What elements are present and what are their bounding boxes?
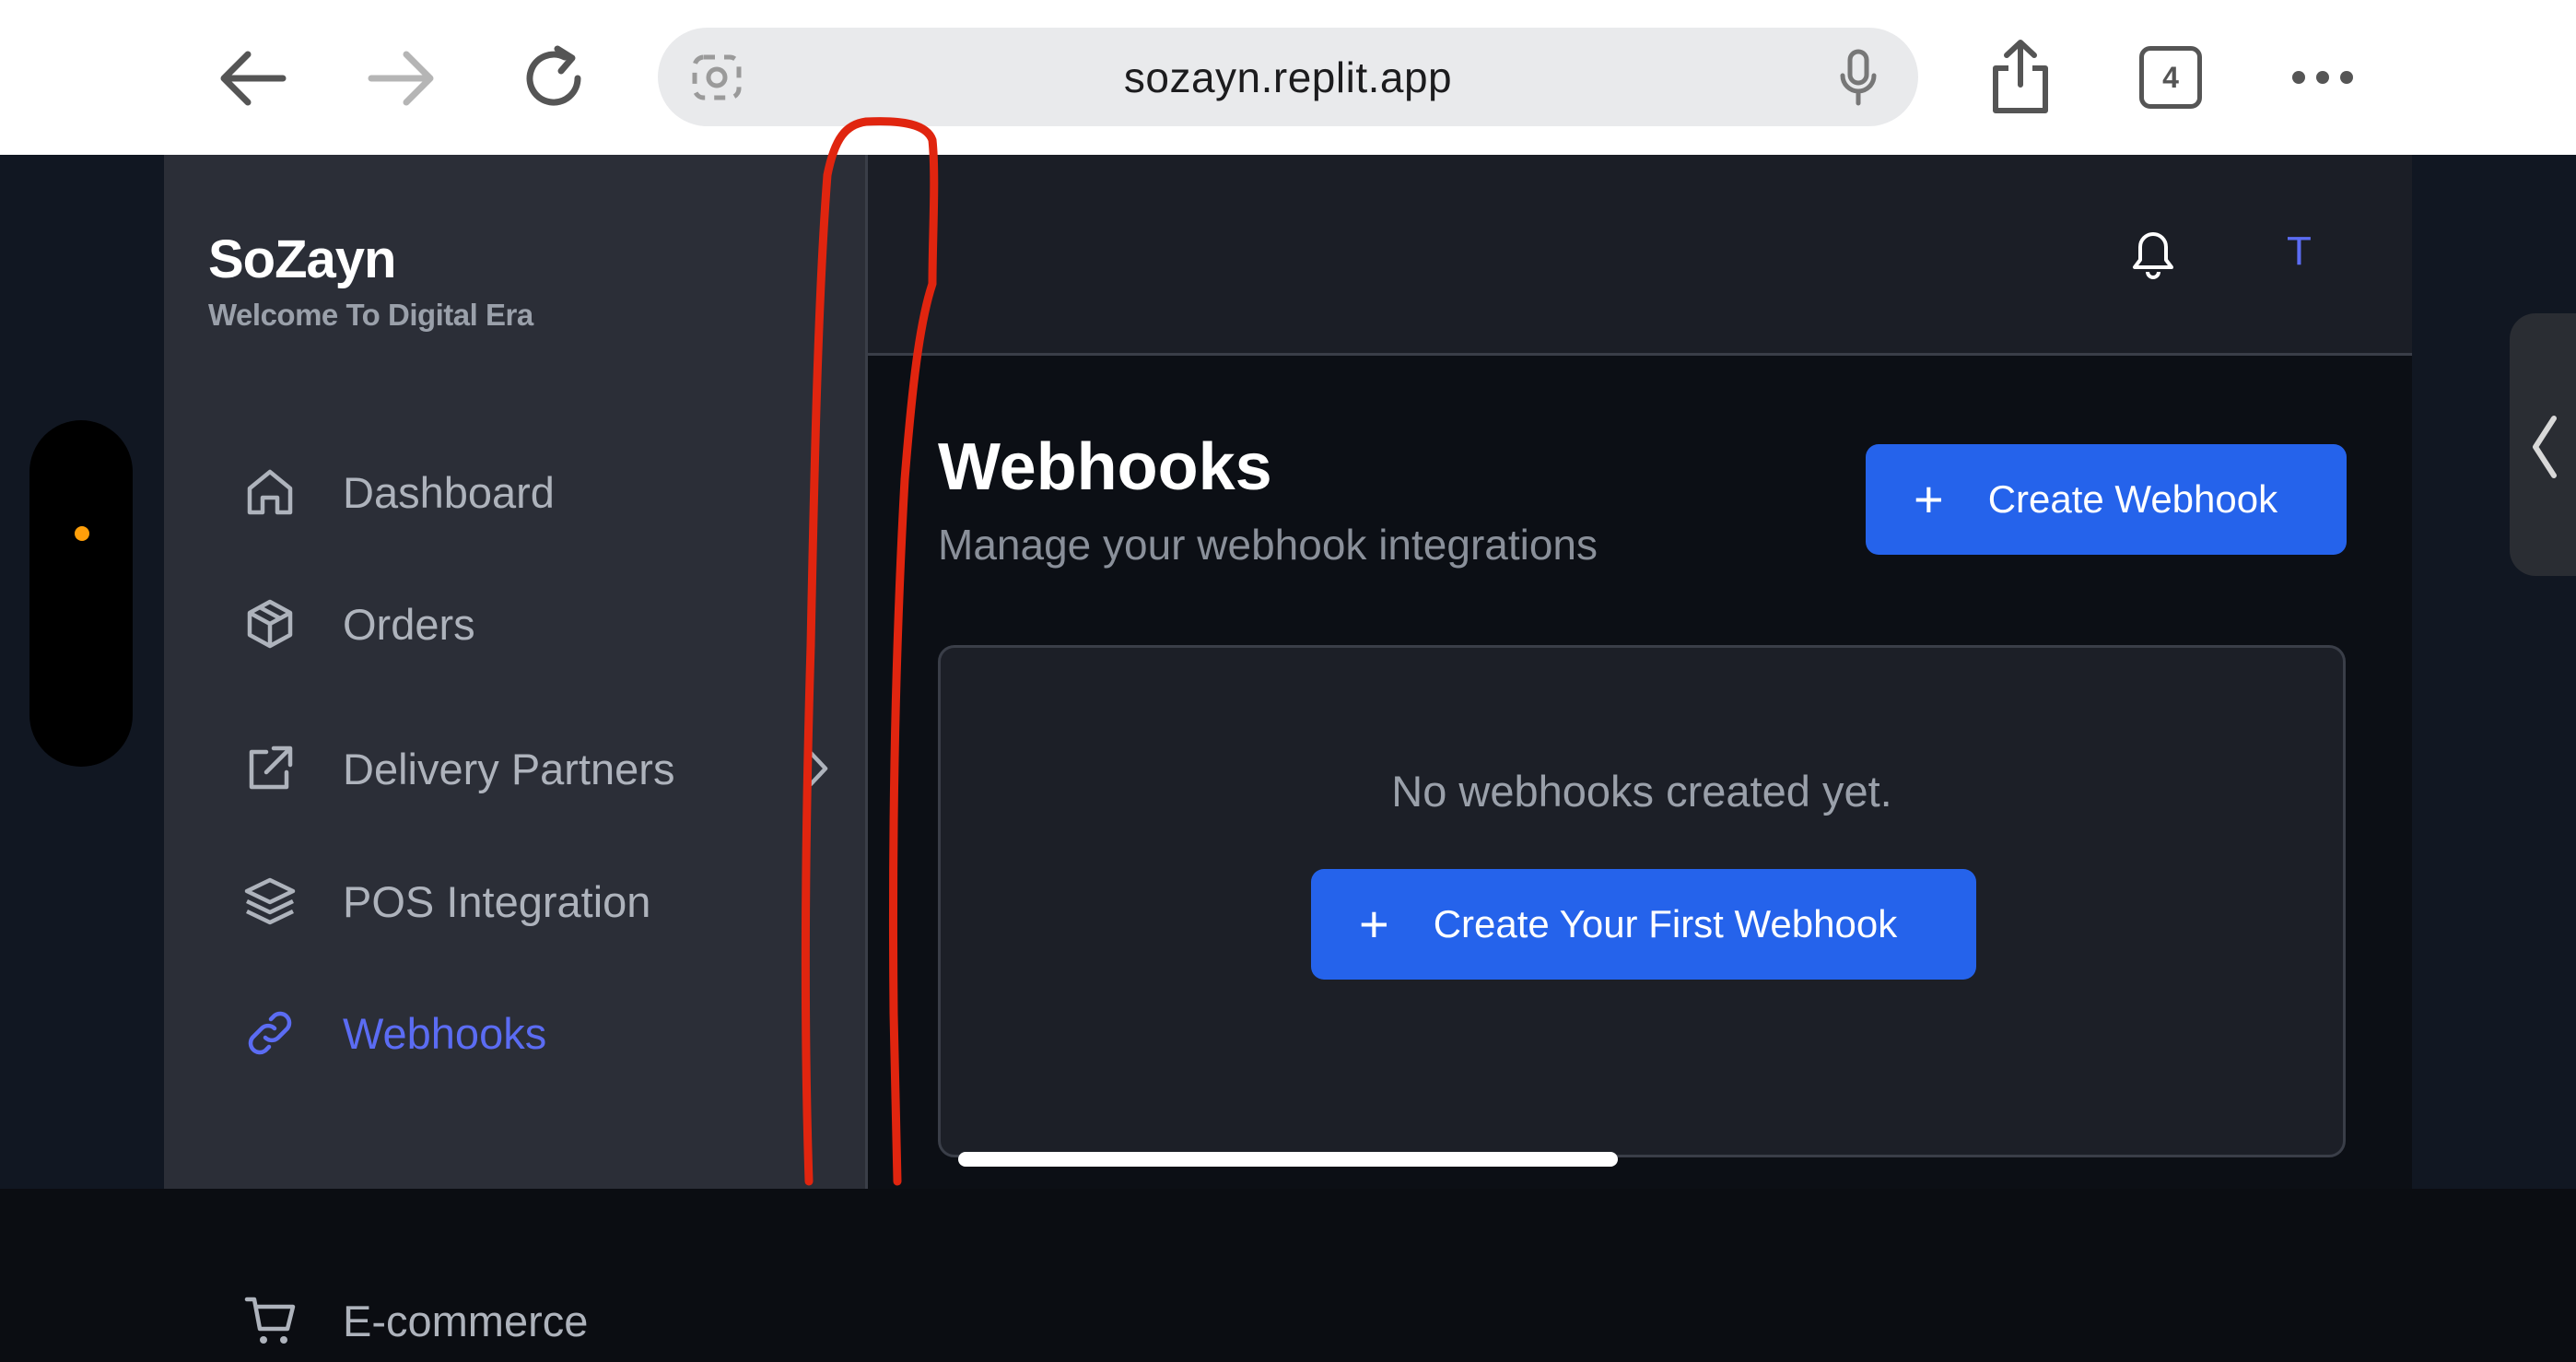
sidebar-item-label: E-commerce <box>343 1296 589 1345</box>
cart-icon <box>241 1292 299 1349</box>
red-annotation-stroke <box>801 117 939 1186</box>
sidebar-item-e-commerce[interactable]: E-commerce <box>241 1279 831 1362</box>
